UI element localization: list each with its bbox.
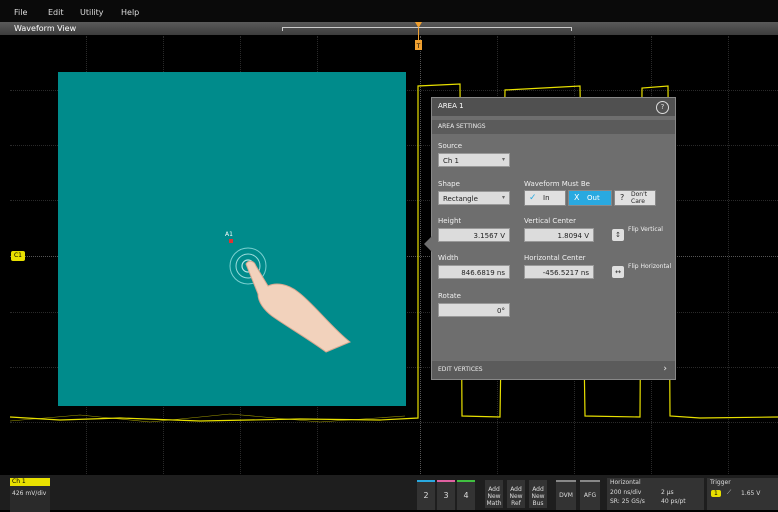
add-bus-line1: Add (532, 486, 544, 493)
help-icon[interactable]: ? (656, 101, 669, 114)
trigger-title: Trigger (710, 479, 731, 486)
trigger-position-icon[interactable]: T (414, 22, 423, 52)
horizontal-center-field[interactable]: -456.5217 ns (524, 265, 594, 279)
trigger-source: 1 (711, 490, 721, 497)
add-math-line2: New (487, 493, 501, 500)
horizontal-center-value: -456.5217 ns (542, 269, 589, 277)
rotate-label: Rotate (438, 292, 461, 300)
vertical-center-field[interactable]: 1.8094 V (524, 228, 594, 242)
add-new-ref-button[interactable]: Add New Ref (507, 480, 525, 508)
panel-title: AREA 1 (438, 102, 464, 110)
must-dontcare-label: Don't Care (631, 191, 648, 205)
add-ref-line2: New (509, 493, 523, 500)
vertical-center-label: Vertical Center (524, 217, 576, 225)
height-label: Height (438, 217, 462, 225)
channel-1-marker[interactable]: C1 (11, 251, 25, 261)
must-in-button[interactable]: ✓ In (524, 190, 566, 206)
hand-pointer-icon (229, 247, 351, 353)
chevron-right-icon: › (663, 364, 667, 374)
must-out-button[interactable]: X Out (568, 190, 612, 206)
chevron-down-icon: ▾ (501, 156, 505, 163)
channel-4-button[interactable]: 4 (457, 480, 475, 510)
flip-horizontal-label: Flip Horizontal (628, 263, 672, 270)
add-bus-line2: New (531, 493, 545, 500)
horizontal-center-label: Horizontal Center (524, 254, 586, 262)
flip-vertical-button[interactable]: ↕ (612, 229, 624, 241)
shape-select[interactable]: Rectangle ▾ (438, 191, 510, 205)
horizontal-badge[interactable]: Horizontal 200 ns/div 2 µs SR: 25 GS/s 4… (607, 478, 704, 510)
height-value: 3.1567 V (473, 232, 505, 240)
shape-value: Rectangle (443, 195, 478, 203)
rotate-field[interactable]: 0° (438, 303, 510, 317)
afg-button[interactable]: AFG (580, 480, 600, 510)
must-in-label: In (543, 194, 550, 202)
source-select[interactable]: Ch 1 ▾ (438, 153, 510, 167)
channel-2-button[interactable]: 2 (417, 480, 435, 510)
sample-rate: SR: 25 GS/s (610, 498, 645, 505)
trigger-marker-label: T (416, 43, 421, 50)
horizontal-title: Horizontal (610, 479, 641, 486)
panel-header: AREA 1 ? (432, 98, 675, 116)
add-math-line3: Math (486, 500, 502, 507)
chevron-down-icon: ▾ (501, 194, 505, 201)
question-icon: ? (620, 193, 625, 202)
rising-edge-icon: ⟋ (727, 489, 732, 496)
add-math-line1: Add (488, 486, 500, 493)
edit-vertices-button[interactable]: EDIT VERTICES › (432, 361, 675, 379)
area-settings-panel: AREA 1 ? AREA SETTINGS Source Ch 1 ▾ Sha… (424, 97, 676, 380)
width-field[interactable]: 846.6819 ns (438, 265, 510, 279)
trigger-level: 1.65 V (741, 490, 761, 497)
add-new-math-button[interactable]: Add New Math (485, 480, 503, 508)
channel-3-button[interactable]: 3 (437, 480, 455, 510)
horizontal-span: 2 µs (661, 489, 674, 496)
point-spacing: 40 ps/pt (661, 498, 686, 505)
panel-pointer (424, 236, 432, 252)
waveform-must-label: Waveform Must Be (524, 180, 590, 188)
ch1-scale: 426 mV/div (12, 490, 47, 497)
section-header: AREA SETTINGS (432, 120, 675, 134)
must-out-label: Out (587, 194, 600, 202)
source-label: Source (438, 142, 463, 150)
channel-1-badge[interactable]: Ch 1 426 mV/div (10, 478, 50, 512)
width-label: Width (438, 254, 459, 262)
source-value: Ch 1 (443, 157, 460, 165)
add-ref-line1: Add (510, 486, 522, 493)
flip-vertical-label: Flip Vertical (628, 226, 663, 233)
height-field[interactable]: 3.1567 V (438, 228, 510, 242)
trigger-badge[interactable]: Trigger 1 ⟋ 1.65 V (707, 478, 778, 510)
dvm-button[interactable]: DVM (556, 480, 576, 510)
section-title: AREA SETTINGS (438, 123, 486, 130)
add-new-bus-button[interactable]: Add New Bus (529, 480, 547, 508)
add-bus-line3: Bus (532, 500, 544, 507)
flip-horizontal-button[interactable]: ↔ (612, 266, 624, 278)
must-dontcare-button[interactable]: ? Don't Care (614, 190, 656, 206)
horizontal-scale: 200 ns/div (610, 489, 642, 496)
check-icon: ✓ (529, 193, 537, 203)
width-value: 846.6819 ns (461, 269, 505, 277)
edit-vertices-label: EDIT VERTICES (438, 366, 483, 373)
rotate-value: 0° (497, 307, 505, 315)
vertical-center-value: 1.8094 V (557, 232, 589, 240)
shape-label: Shape (438, 180, 460, 188)
ch1-title: Ch 1 (10, 478, 50, 486)
add-ref-line3: Ref (511, 500, 521, 507)
x-icon: X (574, 193, 580, 202)
